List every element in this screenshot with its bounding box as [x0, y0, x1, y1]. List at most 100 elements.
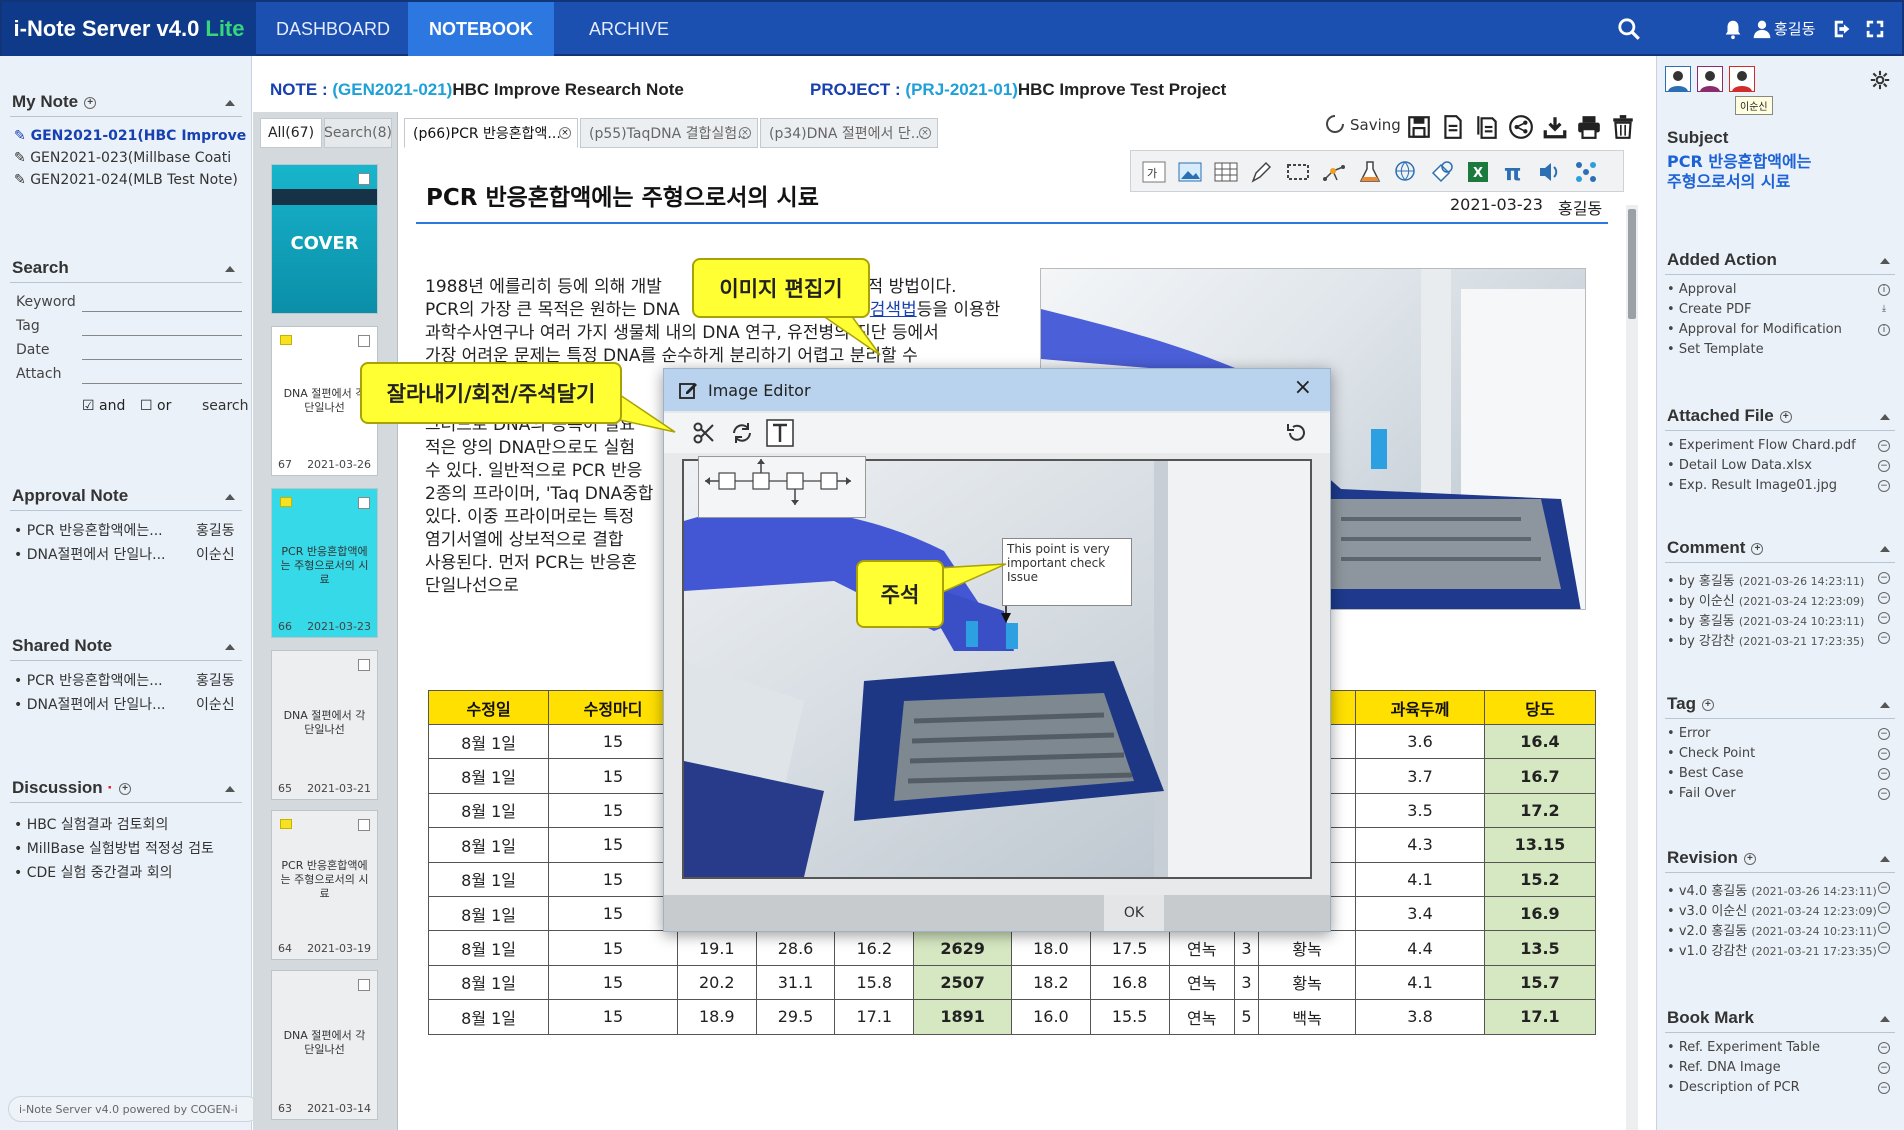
remove-icon[interactable]: − [1878, 1082, 1890, 1094]
nav-dashboard[interactable]: DASHBOARD [258, 2, 408, 56]
bookmark-item[interactable]: • Description of PCR [1667, 1080, 1800, 1095]
table-cell[interactable]: 15 [548, 895, 678, 932]
table-cell[interactable]: 18.2 [1011, 964, 1091, 1001]
comment-item[interactable]: • by 강감찬 (2021-03-21 17:23:35) [1667, 630, 1864, 649]
collapse-search-icon[interactable] [225, 266, 235, 272]
tab-page-66[interactable]: (p66)PCR 반응혼합액... × [404, 118, 578, 148]
page-thumbnail[interactable]: PCR 반응혼합액에는 주형으로서의 시료 64 2021-03-19 [271, 810, 378, 960]
search-button[interactable]: search [202, 398, 249, 414]
page-thumbnail-selected[interactable]: PCR 반응혼합액에는 주형으로서의 시료 66 2021-03-23 [271, 488, 378, 638]
collapse-approval-icon[interactable] [225, 494, 235, 500]
crop-widget[interactable] [698, 456, 866, 518]
table-cell[interactable]: 17.5 [1089, 930, 1170, 966]
table-icon[interactable] [1213, 159, 1239, 185]
and-checkbox[interactable]: ☑ and [82, 398, 125, 414]
table-cell[interactable]: 4.3 [1355, 827, 1485, 863]
avatar[interactable] [1665, 66, 1691, 92]
table-cell[interactable]: 5 [1233, 999, 1260, 1035]
table-cell[interactable]: 15.5 [1089, 999, 1170, 1035]
collapse-attached-icon[interactable] [1880, 414, 1890, 420]
table-cell[interactable]: 17.1 [1483, 999, 1597, 1035]
gear-icon[interactable] [1870, 70, 1890, 90]
trash-icon[interactable] [1610, 114, 1636, 140]
web-link-icon[interactable] [1393, 159, 1419, 185]
table-cell[interactable]: 13.5 [1483, 930, 1597, 966]
table-cell[interactable]: 15.8 [834, 964, 915, 1001]
thumb-checkbox[interactable] [358, 173, 370, 185]
table-cell[interactable]: 8월 1일 [427, 999, 550, 1035]
table-cell[interactable]: 15 [548, 999, 678, 1035]
collapse-discussion-icon[interactable] [225, 786, 235, 792]
table-cell[interactable]: 3.5 [1355, 792, 1485, 829]
annotation-note[interactable]: This point is very important check Issue [1002, 538, 1132, 606]
action-set-template[interactable]: • Set Template [1667, 342, 1764, 357]
remove-icon[interactable]: − [1878, 572, 1890, 584]
table-cell[interactable]: 18.0 [1011, 930, 1091, 966]
table-cell[interactable]: 황녹 [1258, 964, 1357, 1001]
pen-icon[interactable] [1249, 159, 1275, 185]
print-icon[interactable] [1576, 114, 1602, 140]
table-cell[interactable]: 1891 [913, 999, 1013, 1035]
revision-item[interactable]: • v2.0 홍길동 (2021-03-24 10:23:11) [1667, 920, 1877, 939]
collapse-my-note-icon[interactable] [225, 100, 235, 106]
add-file-icon[interactable]: + [1779, 410, 1792, 423]
avatar[interactable] [1729, 66, 1755, 92]
bell-icon[interactable] [1722, 16, 1744, 42]
approval-item[interactable]: • PCR 반응혼합액에는... 홍길동 [14, 520, 235, 540]
cover-thumbnail[interactable]: COVER [271, 164, 378, 314]
undo-icon[interactable] [1284, 421, 1308, 445]
attached-file[interactable]: • Exp. Result Image01.jpg [1667, 478, 1837, 493]
text-box-icon[interactable]: 가 [1141, 159, 1167, 185]
close-dialog-icon[interactable]: × [1294, 375, 1312, 400]
collapse-tag-icon[interactable] [1880, 702, 1890, 708]
table-cell[interactable]: 연녹 [1168, 999, 1235, 1035]
close-tab-icon[interactable]: × [559, 127, 571, 139]
scroll-thumb[interactable] [1628, 209, 1636, 319]
table-cell[interactable]: 29.5 [755, 999, 836, 1035]
table-cell[interactable]: 8월 1일 [427, 895, 550, 932]
remove-icon[interactable]: − [1878, 788, 1890, 800]
keyword-input[interactable] [82, 294, 242, 312]
approval-item[interactable]: • DNA절편에서 단일나... 이순신 [14, 544, 235, 564]
save-icon[interactable] [1406, 114, 1432, 140]
shapes-icon[interactable] [1429, 159, 1455, 185]
add-note-icon[interactable]: + [84, 96, 97, 109]
remove-icon[interactable]: − [1878, 942, 1890, 954]
table-cell[interactable]: 15 [548, 827, 678, 863]
scrollbar[interactable] [1626, 205, 1638, 1130]
table-cell[interactable]: 4.4 [1355, 930, 1485, 966]
user-name[interactable]: 홍길동 [1774, 18, 1815, 39]
revision-item[interactable]: • v4.0 홍길동 (2021-03-26 14:23:11) [1667, 880, 1877, 899]
document-icon[interactable] [1440, 114, 1466, 140]
info-icon[interactable]: i [1878, 324, 1890, 336]
my-note-item[interactable]: ✎ GEN2021-021(HBC Improve [14, 128, 246, 144]
collapse-action-icon[interactable] [1880, 258, 1890, 264]
table-cell[interactable]: 3.6 [1355, 723, 1485, 760]
table-cell[interactable]: 16.7 [1483, 758, 1597, 794]
action-create-pdf[interactable]: • Create PDF [1667, 302, 1751, 317]
collapse-revision-icon[interactable] [1880, 856, 1890, 862]
table-cell[interactable]: 16.0 [1011, 999, 1091, 1035]
table-cell[interactable]: 8월 1일 [427, 861, 550, 897]
info-icon[interactable]: i [1878, 284, 1890, 296]
table-cell[interactable]: 15 [548, 723, 678, 760]
tag-item[interactable]: • Best Case [1667, 766, 1744, 781]
table-cell[interactable]: 연녹 [1168, 930, 1235, 966]
thumb-checkbox[interactable] [358, 659, 370, 671]
page-thumbnail[interactable]: DNA 절편에서 각 단일나선 65 2021-03-21 [271, 650, 378, 800]
table-cell[interactable]: 28.6 [755, 930, 836, 966]
flask-icon[interactable] [1357, 159, 1383, 185]
share-icon[interactable] [1508, 114, 1534, 140]
remove-icon[interactable]: − [1878, 480, 1890, 492]
tab-page-34[interactable]: (p34)DNA 절편에서 단... × [760, 118, 938, 148]
thumb-checkbox[interactable] [358, 335, 370, 347]
image-icon[interactable] [1177, 159, 1203, 185]
avatar[interactable] [1697, 66, 1723, 92]
download-icon[interactable] [1542, 114, 1568, 140]
table-cell[interactable]: 15 [548, 964, 678, 1001]
table-cell[interactable]: 8월 1일 [427, 930, 550, 966]
discussion-item[interactable]: • MillBase 실험방법 적정성 검토 [14, 838, 214, 858]
remove-icon[interactable]: − [1878, 902, 1890, 914]
table-cell[interactable]: 18.9 [676, 999, 757, 1035]
remove-icon[interactable]: − [1878, 882, 1890, 894]
